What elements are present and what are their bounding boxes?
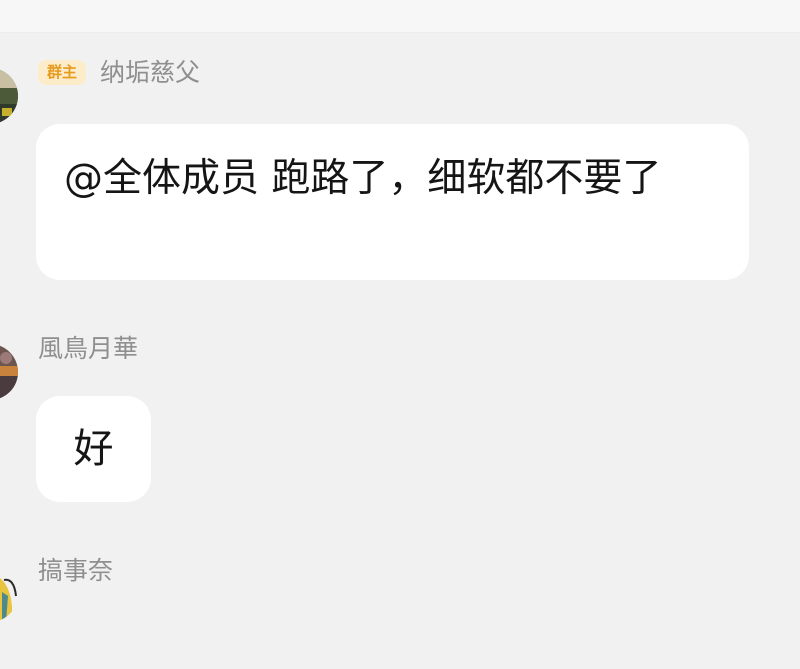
- sender-name[interactable]: 風鳥月華: [38, 336, 138, 361]
- sender-name[interactable]: 搞事奈: [38, 558, 113, 583]
- sender-name[interactable]: 纳垢慈父: [100, 60, 200, 85]
- avatar[interactable]: [0, 566, 18, 622]
- message-text: 好: [73, 426, 114, 472]
- avatar-image: [0, 566, 18, 622]
- message-bubble[interactable]: 好: [36, 396, 151, 502]
- message-bubble[interactable]: @全体成员 跑路了，细软都不要了: [36, 124, 749, 280]
- avatar[interactable]: [0, 344, 18, 400]
- message-header: 風鳥月華: [38, 336, 138, 361]
- message-header: 群主 纳垢慈父: [38, 60, 200, 85]
- group-owner-badge: 群主: [38, 60, 87, 85]
- top-bar: [0, 0, 800, 33]
- avatar[interactable]: [0, 68, 18, 124]
- message-text: @全体成员 跑路了，细软都不要了: [64, 156, 662, 201]
- message-header: 搞事奈: [38, 558, 113, 583]
- avatar-image: [0, 344, 18, 400]
- avatar-image: [0, 68, 18, 124]
